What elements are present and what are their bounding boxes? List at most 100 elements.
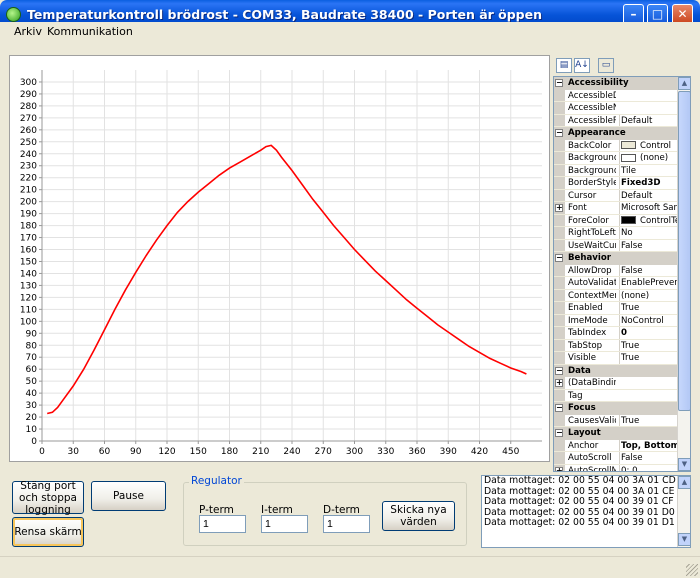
- property-row[interactable]: AutoScroll False: [554, 452, 682, 465]
- alphabetical-icon[interactable]: A↓: [574, 58, 590, 73]
- pause-button[interactable]: Pause: [91, 481, 166, 511]
- property-row[interactable]: AutoValidate EnablePreventF: [554, 277, 682, 290]
- property-value[interactable]: False: [619, 452, 682, 464]
- property-row[interactable]: Enabled True: [554, 302, 682, 315]
- property-value[interactable]: False: [619, 239, 682, 252]
- scroll-up-arrow[interactable]: ▲: [678, 77, 691, 90]
- log-scroll-down-arrow[interactable]: ▼: [678, 533, 691, 546]
- property-name: AutoValidate: [568, 278, 616, 288]
- menu-kommunikation[interactable]: Kommunikation: [47, 25, 133, 38]
- property-row[interactable]: RightToLeft No: [554, 227, 682, 240]
- property-row[interactable]: + AutoScrollM 0; 0: [554, 464, 682, 472]
- i-term-input[interactable]: [261, 515, 308, 533]
- property-value-text: EnablePreventF: [621, 278, 682, 288]
- property-row[interactable]: TabStop True: [554, 339, 682, 352]
- close-port-stop-logging-button[interactable]: Stäng port och stoppa loggning: [12, 480, 84, 516]
- property-row[interactable]: BorderStyle Fixed3D: [554, 177, 682, 190]
- collapse-icon[interactable]: −: [555, 429, 563, 437]
- property-name: Tag: [568, 390, 583, 401]
- property-row[interactable]: BackColor Control: [554, 139, 682, 152]
- categorized-icon[interactable]: ▤: [556, 58, 572, 73]
- property-value[interactable]: Default: [619, 114, 682, 127]
- property-row[interactable]: AccessibleR Default: [554, 114, 682, 127]
- property-value[interactable]: True: [619, 339, 682, 352]
- property-value[interactable]: Top, Bottom,: [619, 439, 682, 452]
- property-category[interactable]: − Behavior: [554, 252, 682, 265]
- property-value[interactable]: (none): [619, 289, 682, 302]
- property-category[interactable]: − Appearance: [554, 127, 682, 140]
- menu-arkiv[interactable]: Arkiv: [14, 25, 42, 38]
- property-row[interactable]: + Font Microsoft Sans: [554, 202, 682, 215]
- property-row[interactable]: AccessibleN: [554, 102, 682, 115]
- scroll-down-arrow[interactable]: ▼: [678, 458, 691, 471]
- property-gutter: [554, 277, 565, 289]
- property-value[interactable]: False: [619, 264, 682, 277]
- property-value-text: Fixed3D: [621, 178, 661, 188]
- property-row[interactable]: ContextMenu (none): [554, 289, 682, 302]
- property-row[interactable]: ImeMode NoControl: [554, 314, 682, 327]
- property-category[interactable]: − Data: [554, 364, 682, 377]
- property-row[interactable]: + (DataBinding: [554, 377, 682, 390]
- expand-icon[interactable]: +: [555, 466, 563, 471]
- collapse-icon[interactable]: −: [555, 404, 563, 412]
- property-row[interactable]: Visible True: [554, 352, 682, 365]
- property-name: AccessibleR: [568, 115, 616, 126]
- property-row[interactable]: Anchor Top, Bottom,: [554, 439, 682, 452]
- property-row[interactable]: Tag: [554, 389, 682, 402]
- property-value[interactable]: True: [619, 414, 682, 427]
- property-value[interactable]: NoControl: [619, 314, 682, 327]
- property-row[interactable]: Cursor Default: [554, 189, 682, 202]
- collapse-icon[interactable]: −: [555, 254, 563, 262]
- collapse-icon[interactable]: −: [555, 366, 563, 375]
- property-row[interactable]: Background (none): [554, 152, 682, 165]
- property-value[interactable]: Microsoft Sans: [619, 202, 682, 214]
- resize-grip[interactable]: [686, 564, 698, 576]
- property-category[interactable]: − Focus: [554, 402, 682, 415]
- collapse-icon[interactable]: −: [555, 79, 563, 87]
- send-new-values-button[interactable]: Skicka nya värden: [382, 501, 455, 531]
- property-name: UseWaitCurs: [568, 240, 616, 251]
- property-gutter: [554, 452, 565, 464]
- property-value[interactable]: 0; 0: [619, 464, 682, 471]
- property-pages-icon[interactable]: ▭: [598, 58, 614, 73]
- property-value[interactable]: True: [619, 352, 682, 364]
- property-grid-scrollbar[interactable]: ▲ ▼: [677, 77, 691, 471]
- property-value[interactable]: ControlText: [619, 214, 682, 227]
- property-row[interactable]: AllowDrop False: [554, 264, 682, 277]
- clear-screen-button[interactable]: Rensa skärm: [12, 517, 84, 547]
- property-category[interactable]: − Accessibility: [554, 77, 682, 90]
- property-row[interactable]: Background Tile: [554, 164, 682, 177]
- property-name: ImeMode: [568, 315, 608, 326]
- property-value[interactable]: Default: [619, 189, 682, 202]
- collapse-icon[interactable]: −: [555, 129, 563, 137]
- property-row[interactable]: CausesValid True: [554, 414, 682, 427]
- property-value[interactable]: No: [619, 227, 682, 239]
- y-tick-label: 50: [26, 377, 38, 387]
- property-row[interactable]: ForeColor ControlText: [554, 214, 682, 227]
- log-scrollbar[interactable]: ▲ ▼: [677, 476, 691, 547]
- scroll-thumb[interactable]: [678, 91, 691, 411]
- property-row[interactable]: UseWaitCurs False: [554, 239, 682, 252]
- property-value[interactable]: (none): [619, 152, 682, 164]
- property-value[interactable]: EnablePreventF: [619, 277, 682, 289]
- property-value-text: Tile: [621, 165, 637, 176]
- property-row[interactable]: TabIndex 0: [554, 327, 682, 340]
- d-term-input[interactable]: [323, 515, 370, 533]
- log-scroll-up-arrow[interactable]: ▲: [678, 476, 691, 489]
- y-tick-label: 150: [20, 257, 37, 267]
- p-term-input[interactable]: [199, 515, 246, 533]
- property-value[interactable]: Tile: [619, 164, 682, 177]
- property-value[interactable]: True: [619, 302, 682, 314]
- log-textbox[interactable]: Data mottaget: 02 00 55 04 00 3A 01 CD 6…: [481, 475, 691, 548]
- property-category[interactable]: − Layout: [554, 427, 682, 440]
- property-grid[interactable]: − Accessibility AccessibleD AccessibleN Acce…: [553, 76, 691, 472]
- property-value-text: False: [621, 265, 643, 276]
- property-value[interactable]: Fixed3D: [619, 177, 682, 189]
- expand-icon[interactable]: +: [555, 379, 563, 387]
- expand-icon[interactable]: +: [555, 204, 563, 212]
- property-row[interactable]: AccessibleD: [554, 89, 682, 102]
- x-tick-label: 60: [99, 447, 111, 457]
- property-value[interactable]: Control: [619, 139, 682, 152]
- property-name: AutoScrollM: [568, 465, 616, 472]
- property-value[interactable]: 0: [619, 327, 682, 339]
